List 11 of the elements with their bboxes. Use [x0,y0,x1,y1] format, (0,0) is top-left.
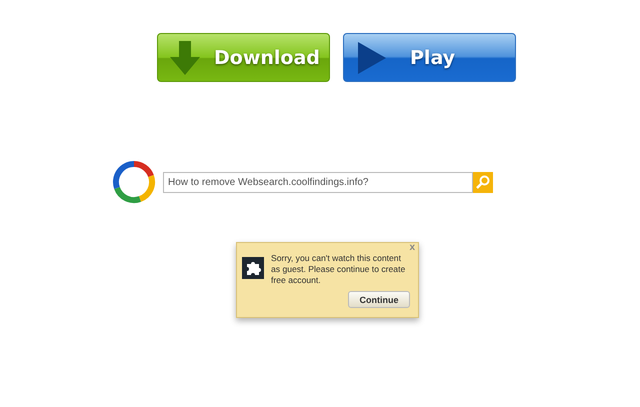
ring-logo-icon [112,160,156,204]
popup-message: Sorry, you can't watch this content as guest. Please continue to create free account. [271,253,406,286]
search-button[interactable] [473,172,493,192]
play-icon [358,42,386,74]
play-button[interactable]: Play [343,33,516,82]
close-button[interactable]: x [409,243,415,253]
down-arrow-icon [170,40,200,74]
search-field[interactable]: How to remove Websearch.coolfindings.info? [163,172,473,192]
download-button[interactable]: Download [157,33,330,82]
continue-button[interactable]: Continue [348,291,410,308]
puzzle-icon [242,257,264,279]
